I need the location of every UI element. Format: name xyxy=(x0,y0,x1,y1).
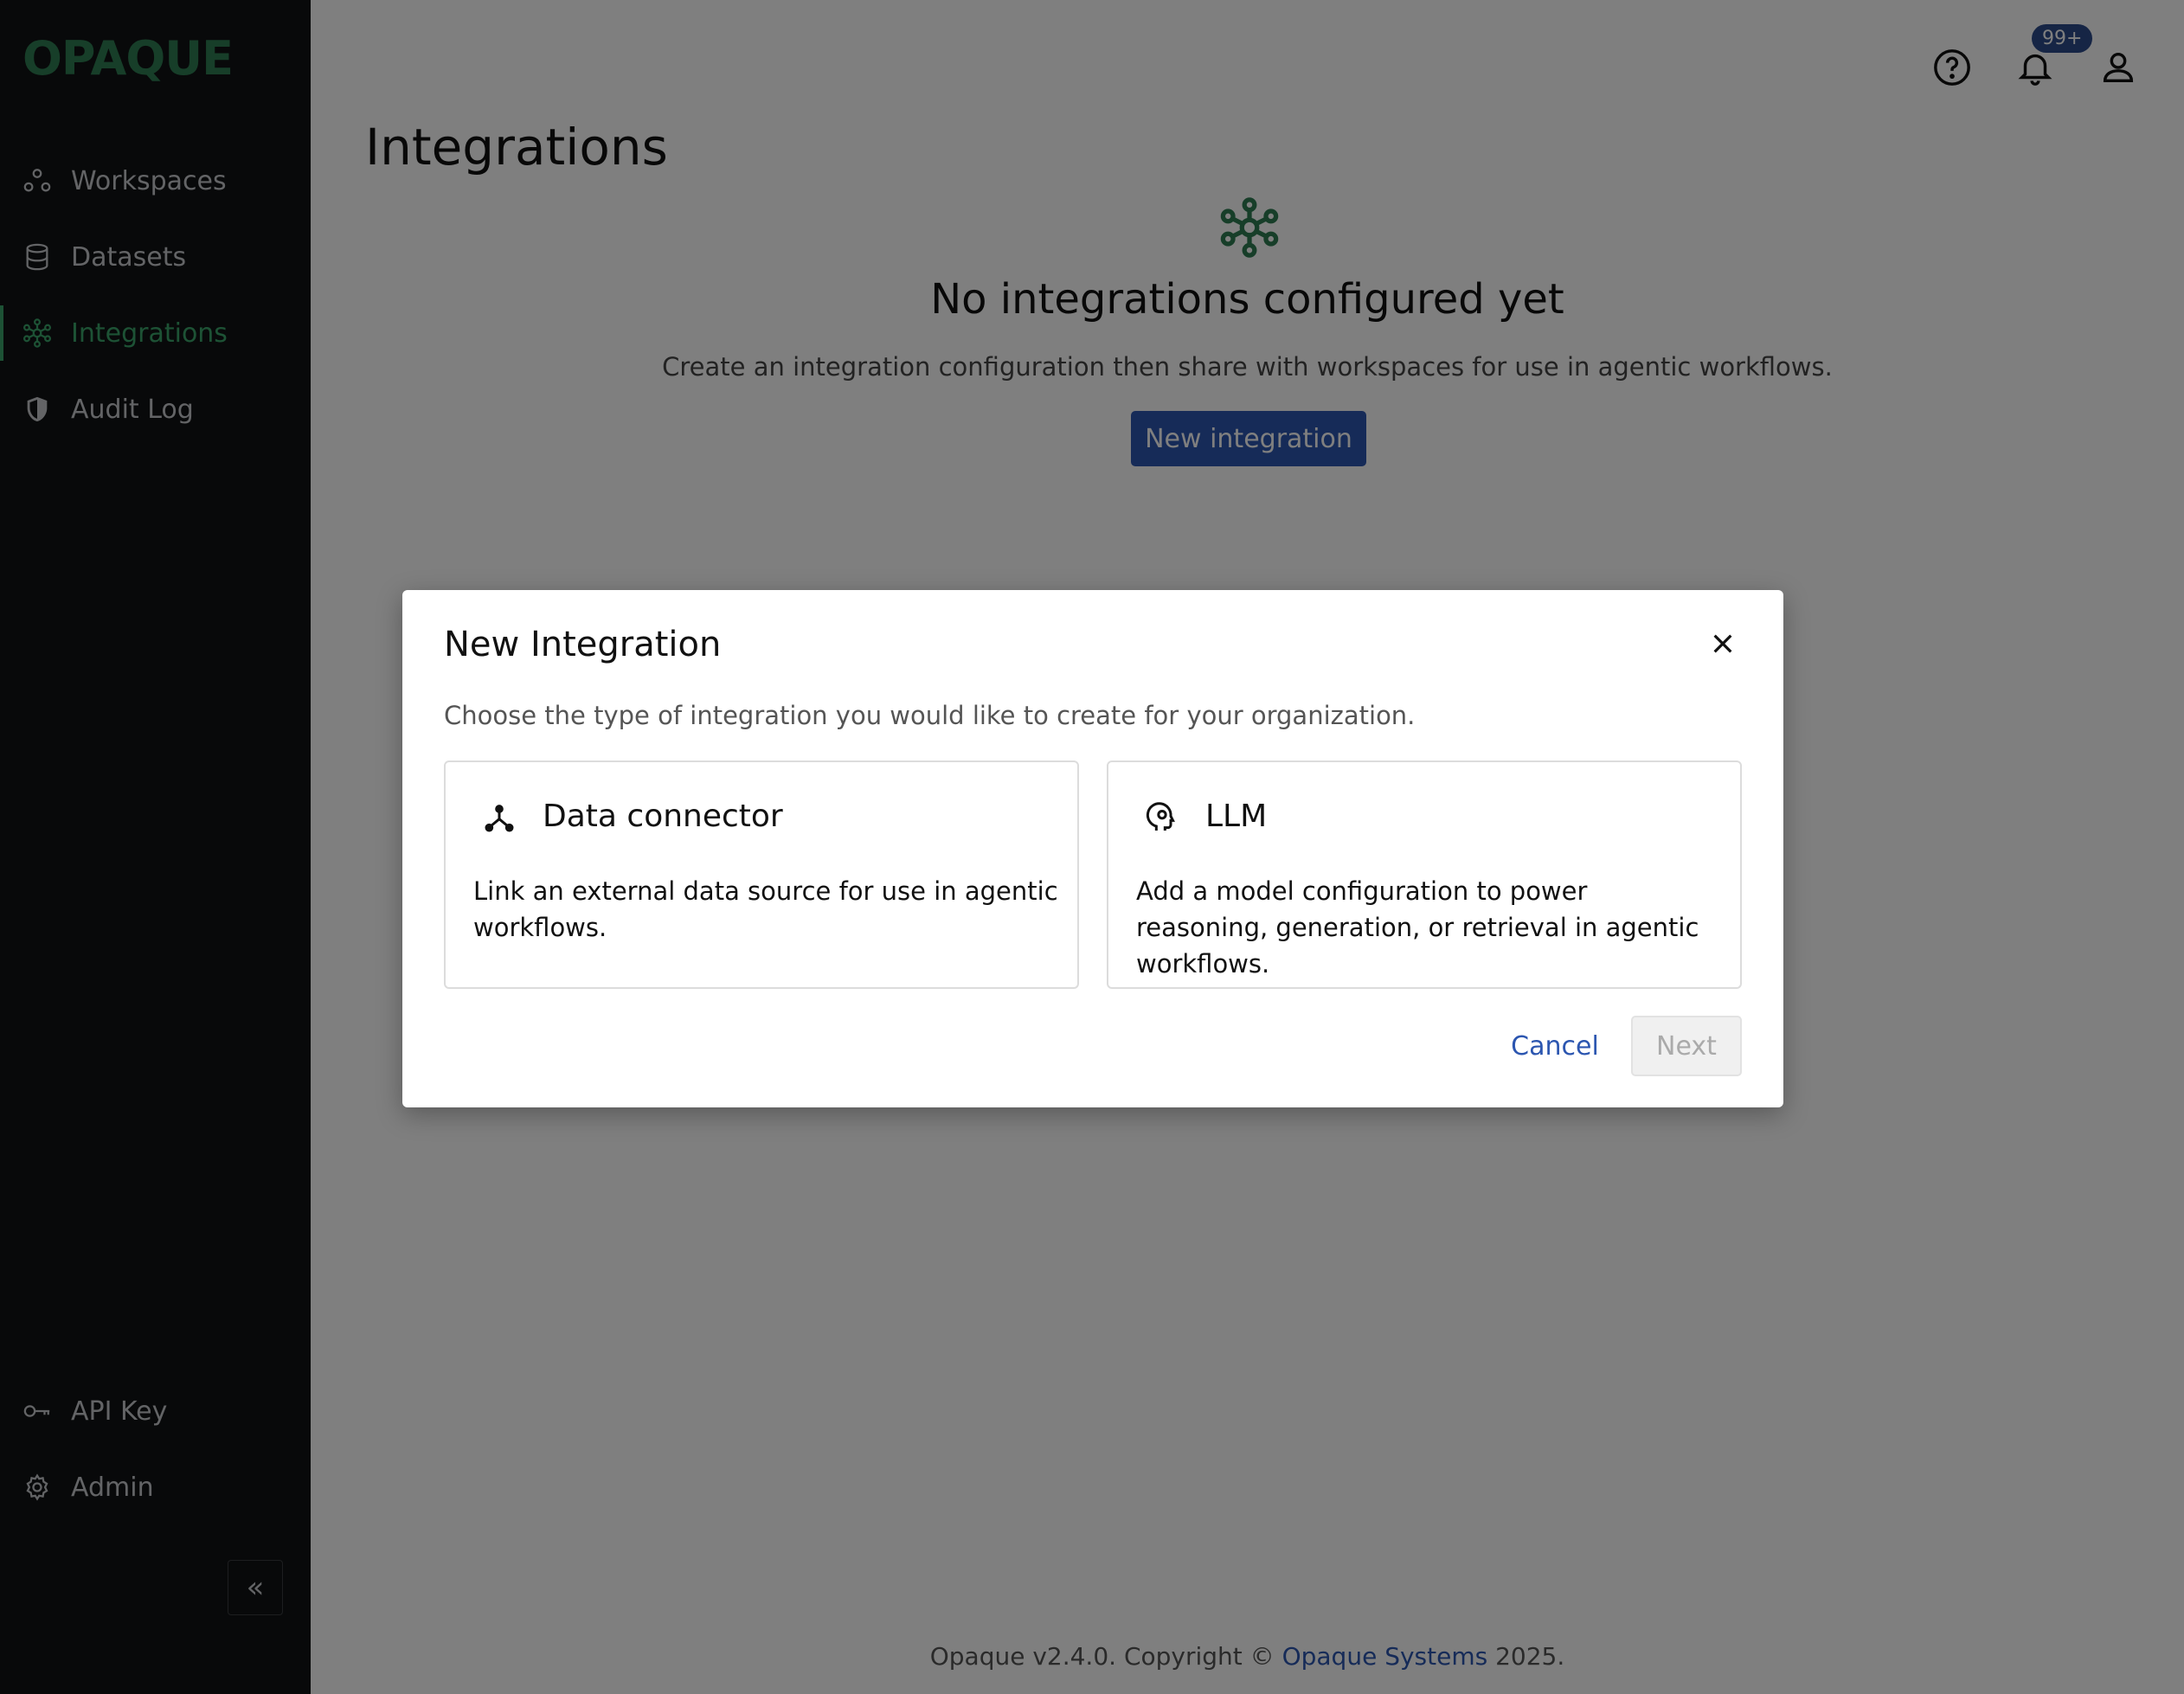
data-connector-icon xyxy=(485,805,514,832)
option-description: Add a model configuration to power reaso… xyxy=(1136,876,1699,979)
new-integration-dialog: New Integration Choose the type of integ… xyxy=(402,590,1783,1107)
close-icon xyxy=(1713,634,1732,653)
cancel-button[interactable]: Cancel xyxy=(1503,1016,1607,1076)
brain-head-icon xyxy=(1146,802,1175,831)
option-data-connector[interactable]: Data connector Link an external data sou… xyxy=(444,760,1079,989)
next-button[interactable]: Next xyxy=(1631,1016,1742,1076)
dialog-description: Choose the type of integration you would… xyxy=(444,701,1416,730)
option-description: Link an external data source for use in … xyxy=(473,876,1058,942)
option-llm[interactable]: LLM Add a model configuration to power r… xyxy=(1107,760,1742,989)
close-button[interactable] xyxy=(1704,625,1742,663)
dialog-title: New Integration xyxy=(444,625,722,664)
option-title: Data connector xyxy=(543,799,783,834)
option-title: LLM xyxy=(1205,799,1268,834)
